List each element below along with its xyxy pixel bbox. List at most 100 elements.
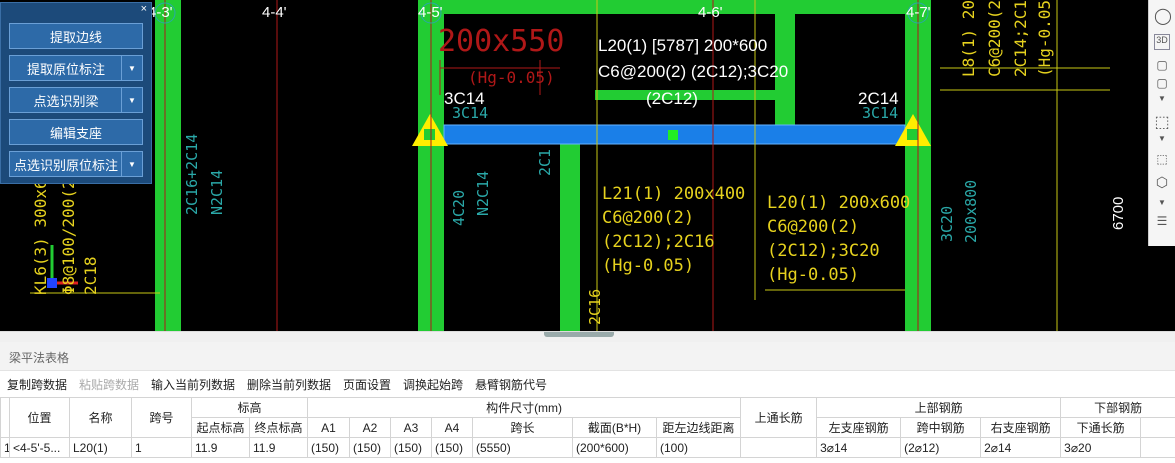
hg-text: (Hg-0.05) [468, 68, 555, 87]
chevron-down-icon[interactable]: ▼ [1154, 198, 1170, 214]
chevron-down-icon[interactable]: ▼ [1154, 94, 1170, 110]
cube-icon[interactable]: ⬚ [1154, 112, 1170, 131]
view-toolbar: ◯ 3D ▢ ▢ ▼ ⬚ ▼ ⬚ ⬡ ▼ ☰ [1148, 0, 1175, 246]
properties-icon[interactable]: ☰ [1154, 214, 1170, 230]
select-annotation-button[interactable]: 点选识别原位标注 ▼ [9, 151, 143, 177]
dropdown-arrow-icon[interactable]: ▼ [121, 88, 142, 112]
header-mid-span: 跨中钢筋 [900, 417, 982, 438]
button-label: 点选识别梁 [33, 93, 99, 109]
header-a1: A1 [307, 417, 351, 438]
header-a4: A4 [431, 417, 474, 438]
header-a3: A3 [390, 417, 433, 438]
vertical-label: N2C14 [208, 169, 226, 215]
header-size-group: 构件尺寸(mm) [307, 397, 742, 418]
cell-right-support[interactable]: 2⌀14 [980, 437, 1062, 458]
header-cell [1140, 417, 1175, 438]
l21-line: L21(1) 200x400 [602, 184, 746, 204]
recognition-panel: × 提取边线 提取原位标注 ▼ 点选识别梁 ▼ 编辑支座 点选识别原位标注 ▼ [0, 2, 152, 184]
splitter[interactable] [0, 331, 1175, 342]
l20-line: (Hg-0.05) [767, 265, 860, 285]
axis-label: 4-5' [418, 4, 443, 21]
square-icon[interactable]: ▢ [1154, 58, 1170, 74]
button-label: 提取边线 [49, 29, 102, 45]
header-end-elev: 终点标高 [248, 417, 309, 438]
beam-label-line1: L20(1) [5787] 200*600 [598, 36, 768, 55]
table-panel-header: 梁平法表格 [0, 342, 1175, 371]
cell-a2[interactable]: (150) [349, 437, 392, 458]
cad-canvas[interactable]: 4-3' 4-4' 4-5' 4-6' 4-7' 200x550 (Hg-0.0… [0, 0, 1175, 331]
cell-edge-distance[interactable]: (100) [656, 437, 742, 458]
vertical-label: Φ8@100/200(2 [59, 179, 78, 295]
dimension-6700: 6700 [1110, 196, 1127, 230]
table-panel-title: 梁平法表格 [9, 351, 70, 365]
cell-span-length[interactable]: (5550) [472, 437, 574, 458]
cell-name[interactable]: L20(1) [69, 437, 132, 458]
input-column-button[interactable]: 输入当前列数据 [151, 376, 235, 393]
cell-section[interactable]: (200*600) [572, 437, 658, 458]
dropdown-arrow-icon[interactable]: ▼ [121, 56, 142, 80]
edit-support-button[interactable]: 编辑支座 [9, 119, 143, 145]
vertical-label: C6@200(2 [985, 0, 1004, 77]
vertical-label: (Hg-0.05) [1035, 0, 1054, 77]
3d-view-icon[interactable]: 3D [1154, 34, 1170, 50]
axis-label: 4-4' [262, 4, 287, 21]
vertical-label: 2C16+2C14 [183, 133, 201, 215]
cell-span[interactable]: 1 [131, 437, 192, 458]
l20-line: L20(1) 200x600 [767, 193, 911, 213]
cell-a3[interactable]: (150) [390, 437, 433, 458]
close-icon[interactable]: × [141, 3, 147, 15]
header-start-elev: 起点标高 [191, 417, 250, 438]
cell-a1[interactable]: (150) [307, 437, 351, 458]
vertical-label: KL6(3) 300x6 [31, 179, 50, 295]
chevron-down-icon[interactable]: ▼ [1154, 134, 1170, 150]
paste-span-button[interactable]: 粘贴跨数据 [79, 376, 139, 393]
header-span: 跨号 [131, 397, 192, 438]
cell-a4[interactable]: (150) [431, 437, 474, 458]
copy-span-button[interactable]: 复制跨数据 [7, 376, 67, 393]
cube-eye-icon[interactable]: ⬡ [1154, 174, 1170, 190]
square-icon[interactable]: ▢ [1154, 76, 1170, 92]
column [560, 136, 580, 331]
button-label: 提取原位标注 [26, 61, 105, 77]
select-beam-button[interactable]: 点选识别梁 ▼ [9, 87, 143, 113]
vertical-label: 3C20 [938, 205, 956, 242]
header-section: 截面(B*H) [572, 417, 658, 438]
top-beam [418, 0, 931, 14]
header-a2: A2 [349, 417, 392, 438]
vertical-label: 4C20 [450, 189, 468, 226]
cell-end-elev[interactable]: 11.9 [248, 437, 309, 458]
delete-column-button[interactable]: 删除当前列数据 [247, 376, 331, 393]
cell-start-elev[interactable]: 11.9 [191, 437, 250, 458]
page-setup-button[interactable]: 页面设置 [343, 376, 391, 393]
dropdown-arrow-icon[interactable]: ▼ [121, 152, 142, 176]
extract-edge-button[interactable]: 提取边线 [9, 23, 143, 49]
row-index: 1 [0, 437, 10, 458]
vertical-label: L8(1) 200 [959, 0, 978, 77]
cell-position[interactable]: <4-5'-5... [9, 437, 70, 458]
axis-label: 4-7' [906, 4, 931, 21]
cell-mid-span[interactable]: (2⌀12) [900, 437, 982, 458]
beam-label-line2: C6@200(2) (2C12);3C20 [598, 62, 789, 81]
sphere-icon[interactable]: ◯ [1154, 6, 1172, 25]
vertical-label: 200x800 [962, 179, 980, 243]
cell-extra[interactable] [1140, 437, 1175, 458]
header-top-rebar: 上部钢筋 [816, 397, 1062, 418]
dimension-text: 200x550 [438, 24, 565, 59]
header-elevation: 标高 [190, 397, 309, 418]
header-top-through: 上通长筋 [740, 397, 818, 438]
l20-line: (2C12);3C20 [767, 241, 880, 261]
l21-line: (Hg-0.05) [602, 256, 695, 276]
cell-top-through[interactable] [740, 437, 818, 458]
table-row[interactable]: 1 <4-5'-5... L20(1) 1 11.9 11.9 (150) (1… [0, 437, 1175, 458]
splitter-grip[interactable] [544, 332, 614, 337]
swap-start-span-button[interactable]: 调换起始跨 [403, 376, 463, 393]
vertical-label: 2C14;2C14 [1011, 0, 1030, 77]
beam-table: 位置 名称 跨号 标高 构件尺寸(mm) 上通长筋 上部钢筋 下部钢筋 起点标高… [0, 397, 1175, 458]
selection-box-icon[interactable]: ⬚ [1154, 152, 1170, 168]
cell-left-support[interactable]: 3⌀14 [816, 437, 902, 458]
cell-bottom-through[interactable]: 3⌀20 [1060, 437, 1142, 458]
table-toolbar: 复制跨数据 粘贴跨数据 输入当前列数据 删除当前列数据 页面设置 调换起始跨 悬… [0, 371, 1175, 395]
header-span-length: 跨长 [472, 417, 574, 438]
cantilever-code-button[interactable]: 悬臂钢筋代号 [475, 376, 547, 393]
extract-annotation-button[interactable]: 提取原位标注 ▼ [9, 55, 143, 81]
